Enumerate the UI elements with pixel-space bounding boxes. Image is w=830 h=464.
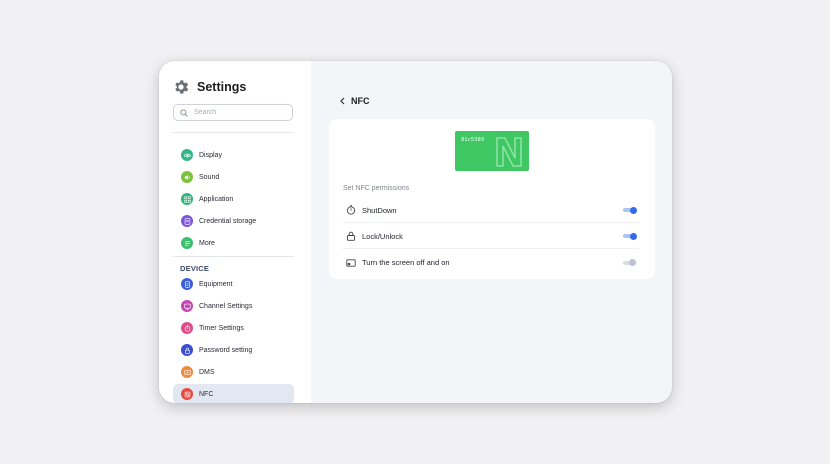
section-header-device: DEVICE (180, 264, 210, 273)
speaker-icon (181, 171, 193, 183)
sidebar-item-sound[interactable]: Sound (173, 167, 294, 187)
chevron-left-icon (340, 97, 345, 105)
sidebar-item-channel-settings[interactable]: Channel Settings (173, 296, 294, 316)
sidebar-item-timer-settings[interactable]: Timer Settings (173, 318, 294, 338)
sidebar-item-label: DMS (199, 368, 215, 376)
sidebar-item-label: NFC (199, 390, 214, 398)
permission-row-screen-off: Turn the screen off and on (343, 250, 639, 275)
search-icon (180, 108, 188, 117)
shutdown-toggle[interactable] (623, 206, 637, 214)
screen-off-icon (346, 258, 356, 267)
page-title: NFC (351, 96, 370, 106)
credential-icon (181, 215, 193, 227)
power-timer-icon (346, 205, 356, 215)
permission-row-lock-unlock: Lock/Unlock (343, 224, 639, 249)
dms-icon (181, 366, 193, 378)
sidebar: Settings Display Sound (159, 61, 311, 403)
app-title: Settings (197, 80, 247, 94)
nfc-card-id: 81c5389 (461, 137, 485, 143)
permission-label: Turn the screen off and on (362, 258, 450, 267)
divider (173, 132, 294, 133)
eye-icon (181, 149, 193, 161)
sidebar-item-display[interactable]: Display (173, 145, 294, 165)
sidebar-item-label: Credential storage (199, 217, 257, 225)
sidebar-item-label: Equipment (199, 280, 233, 288)
sidebar-item-password-setting[interactable]: Password setting (173, 340, 294, 360)
sidebar-item-label: Application (199, 195, 234, 203)
gear-icon (175, 80, 189, 94)
equipment-icon (181, 278, 193, 290)
sidebar-item-label: Channel Settings (199, 302, 253, 310)
sidebar-item-dms[interactable]: DMS (173, 362, 294, 382)
back-button[interactable]: NFC (339, 95, 370, 107)
nfc-card-image: 81c5389 (455, 131, 529, 171)
lock-unlock-toggle[interactable] (623, 232, 637, 240)
lock-icon (347, 231, 355, 241)
search-input[interactable] (194, 109, 284, 116)
divider (173, 256, 294, 257)
sidebar-item-credential-storage[interactable]: Credential storage (173, 211, 294, 231)
screen-off-toggle[interactable] (623, 259, 637, 266)
timer-icon (181, 322, 193, 334)
nfc-logo-icon (496, 137, 522, 167)
sidebar-item-label: Display (199, 151, 222, 159)
sidebar-item-equipment[interactable]: Equipment (173, 274, 294, 294)
main-panel: NFC 81c5389 Set NFC permissions ShutDown (311, 61, 672, 403)
search-box[interactable] (173, 104, 293, 121)
nfc-icon (181, 388, 193, 400)
apps-grid-icon (181, 193, 193, 205)
more-list-icon (181, 237, 193, 249)
nfc-settings-card: 81c5389 Set NFC permissions ShutDown Loc… (329, 119, 655, 279)
lock-icon (181, 344, 193, 356)
sidebar-item-more[interactable]: More (173, 233, 294, 253)
sidebar-item-label: More (199, 239, 215, 247)
sidebar-item-nfc[interactable]: NFC (173, 384, 294, 403)
permissions-title: Set NFC permissions (343, 185, 410, 192)
sidebar-item-label: Timer Settings (199, 324, 244, 332)
channel-icon (181, 300, 193, 312)
permission-row-shutdown: ShutDown (343, 198, 639, 223)
sidebar-item-application[interactable]: Application (173, 189, 294, 209)
sidebar-item-label: Password setting (199, 346, 253, 354)
permission-label: Lock/Unlock (362, 231, 403, 241)
sidebar-item-label: Sound (199, 173, 220, 181)
settings-window: Settings Display Sound (159, 61, 672, 403)
permission-label: ShutDown (362, 205, 397, 215)
app-header: Settings (172, 77, 246, 97)
